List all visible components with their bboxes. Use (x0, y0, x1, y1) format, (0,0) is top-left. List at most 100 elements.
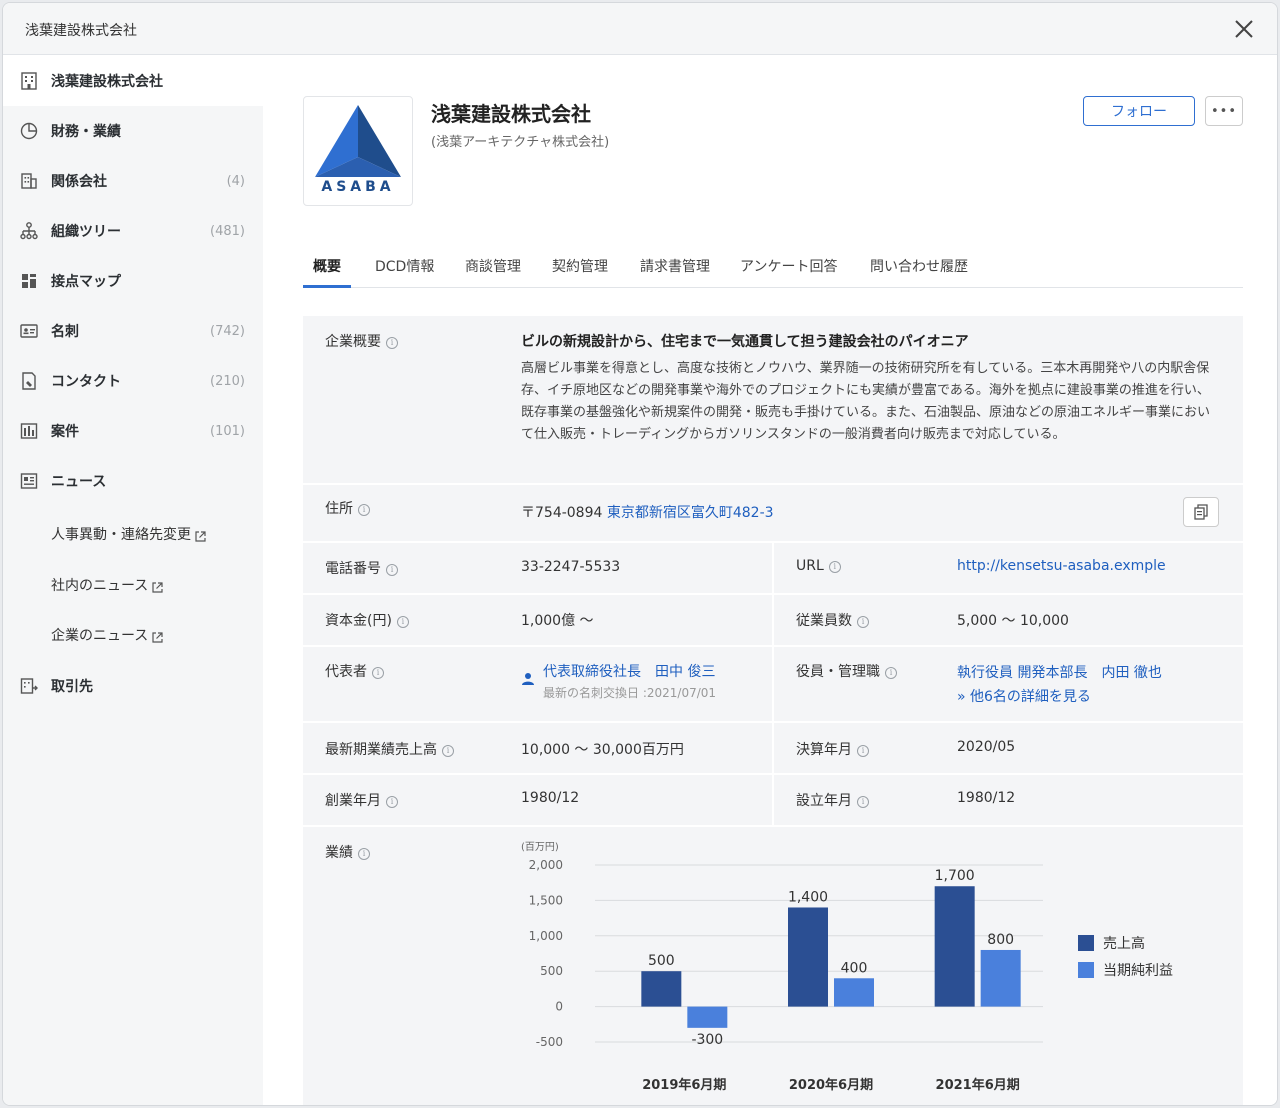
phone-value: 33-2247-5533 (521, 559, 621, 575)
close-icon[interactable] (1231, 16, 1257, 42)
sidebar-item-related[interactable]: 関係会社 (4) (3, 156, 263, 206)
tab-invoices[interactable]: 請求書管理 (640, 256, 710, 276)
sidebar-item-label: 関係会社 (51, 174, 107, 190)
bar-net-income (687, 1006, 728, 1028)
employees-label: 従業員数 i (796, 610, 869, 630)
info-icon[interactable]: i (828, 561, 841, 573)
sidebar-item-company[interactable]: 浅葉建設株式会社 (3, 56, 263, 106)
sidebar-item-business-cards[interactable]: 名刺 (742) (3, 306, 263, 356)
sidebar-item-news[interactable]: ニュース (3, 456, 263, 506)
representative-card-date: 最新の名刺交換日 :2021/07/01 (543, 686, 717, 700)
sidebar-item-count: (4) (226, 173, 245, 189)
info-icon[interactable]: i (386, 564, 398, 576)
building-icon (21, 72, 37, 90)
info-icon[interactable]: i (386, 796, 398, 808)
sidebar-sub-personnel-news[interactable]: 人事異動・連絡先変更 (51, 509, 207, 559)
data-label: 800 (987, 932, 1014, 948)
tab-overview[interactable]: 概要 (313, 256, 341, 276)
tab-dcd-info[interactable]: DCD情報 (375, 256, 434, 276)
active-tab-indicator (303, 285, 351, 288)
info-icon[interactable]: i (386, 337, 398, 349)
bar-sales (934, 886, 975, 1007)
sidebar-sub-internal-news[interactable]: 社内のニュース (51, 560, 164, 610)
title-bar: 浅葉建設株式会社 (3, 3, 1277, 55)
info-icon[interactable]: i (885, 667, 897, 679)
founded-label: 創業年月 i (325, 790, 398, 810)
url-label: URL i (796, 558, 841, 574)
tab-negotiations[interactable]: 商談管理 (465, 256, 521, 276)
url-link[interactable]: http://kensetsu-asaba.exmple (957, 558, 1166, 574)
info-icon[interactable]: i (857, 616, 869, 628)
sidebar-sub-label: 企業のニュース (51, 628, 149, 644)
y-unit-label: (百万円) (521, 841, 559, 853)
performance-chart: (百万円) 2,000 1,500 1,000 500 0 -500 500 -300 2019年… (521, 841, 1173, 1093)
tab-survey[interactable]: アンケート回答 (740, 256, 837, 276)
sidebar-item-org-tree[interactable]: 組織ツリー (481) (3, 206, 263, 256)
data-label: 1,400 (788, 889, 828, 905)
sidebar-item-contact-map[interactable]: 接点マップ (3, 256, 263, 306)
sidebar-item-label: 名刺 (51, 324, 79, 340)
representative-link[interactable]: 代表取締役社長 田中 俊三 (543, 661, 715, 681)
data-label: -300 (691, 1032, 723, 1048)
sales-value: 10,000 ～ 30,000百万円 (521, 742, 684, 758)
info-icon[interactable]: i (857, 745, 869, 757)
pie-chart-icon (20, 122, 38, 140)
legend-swatch (1078, 935, 1094, 951)
info-icon[interactable]: i (358, 848, 370, 860)
info-icon[interactable]: i (372, 667, 384, 679)
officers-more-link[interactable]: » 他6名の詳細を見る (957, 686, 1091, 706)
y-tick-label: 2,000 (529, 858, 563, 872)
sales-label: 最新期業績売上高 i (325, 739, 454, 759)
grid-map-icon (22, 274, 36, 288)
sidebar-item-label: 案件 (51, 424, 79, 440)
news-icon (20, 473, 38, 489)
officer-link[interactable]: 執行役員 開発本部長 内田 徹也 (957, 662, 1162, 682)
sidebar-item-count: (101) (210, 423, 245, 439)
bar-sales (788, 907, 828, 1007)
sidebar-item-clients[interactable]: 取引先 (3, 661, 263, 711)
y-tick-label: 1,500 (529, 893, 563, 907)
sidebar-item-contacts[interactable]: コンタクト (210) (3, 356, 263, 406)
address-link[interactable]: 東京都新宿区富久町482-3 (607, 505, 774, 521)
summary-label: 企業概要 i (325, 331, 398, 351)
sidebar-item-finance[interactable]: 財務・業績 (3, 106, 263, 156)
external-link-icon (152, 631, 163, 643)
bar-net-income (980, 949, 1021, 1007)
tab-contracts[interactable]: 契約管理 (552, 256, 608, 276)
address-value: 〒754-0894 東京都新宿区富久町482-3 (521, 502, 774, 522)
info-icon[interactable]: i (358, 504, 370, 516)
sidebar-item-label: コンタクト (51, 374, 121, 390)
summary-title: ビルの新規設計から、住宅まで一気通貫して担う建設会社のパイオニア (521, 334, 969, 350)
info-icon[interactable]: i (396, 616, 409, 628)
established-label: 設立年月 i (796, 790, 869, 810)
overview-card: 企業概要 i ビルの新規設計から、住宅まで一気通貫して担う建設会社のパイオニア 高… (303, 316, 1243, 1105)
tab-inquiries[interactable]: 問い合わせ履歴 (870, 256, 968, 276)
legend-label: 売上高 (1103, 935, 1145, 952)
bar-sales (641, 971, 682, 1007)
officers-label: 役員・管理職 i (796, 661, 897, 681)
info-icon[interactable]: i (442, 745, 454, 757)
legend-label: 当期純利益 (1103, 963, 1173, 979)
copy-icon (1194, 504, 1208, 520)
info-icon[interactable]: i (857, 796, 869, 808)
contact-icon (22, 372, 36, 390)
external-link-icon (195, 530, 206, 542)
sidebar-item-label: 財務・業績 (51, 124, 121, 140)
sidebar-item-count: (742) (210, 323, 245, 339)
person-icon (522, 673, 534, 685)
logo-mark-icon (315, 105, 401, 177)
related-companies-icon (21, 173, 37, 189)
deal-icon (20, 423, 38, 439)
employees-value: 5,000 ～ 10,000 (957, 613, 1069, 629)
sidebar-sub-company-news[interactable]: 企業のニュース (51, 610, 164, 660)
copy-address-button[interactable] (1183, 497, 1219, 527)
y-tick-label: 500 (540, 964, 563, 978)
bar-net-income (834, 978, 874, 1007)
more-options-button[interactable]: ••• (1205, 96, 1243, 126)
x-tick-label: 2020年6月期 (789, 1077, 873, 1093)
follow-button[interactable]: フォロー (1083, 96, 1195, 126)
x-tick-label: 2019年6月期 (642, 1077, 726, 1093)
company-detail-window: 浅葉建設株式会社 浅葉建設株式会社 財務・業績 関係会社 (4) 組織ツリー (… (2, 2, 1278, 1106)
sidebar-item-deals[interactable]: 案件 (101) (3, 406, 263, 456)
column-divider (772, 543, 774, 825)
